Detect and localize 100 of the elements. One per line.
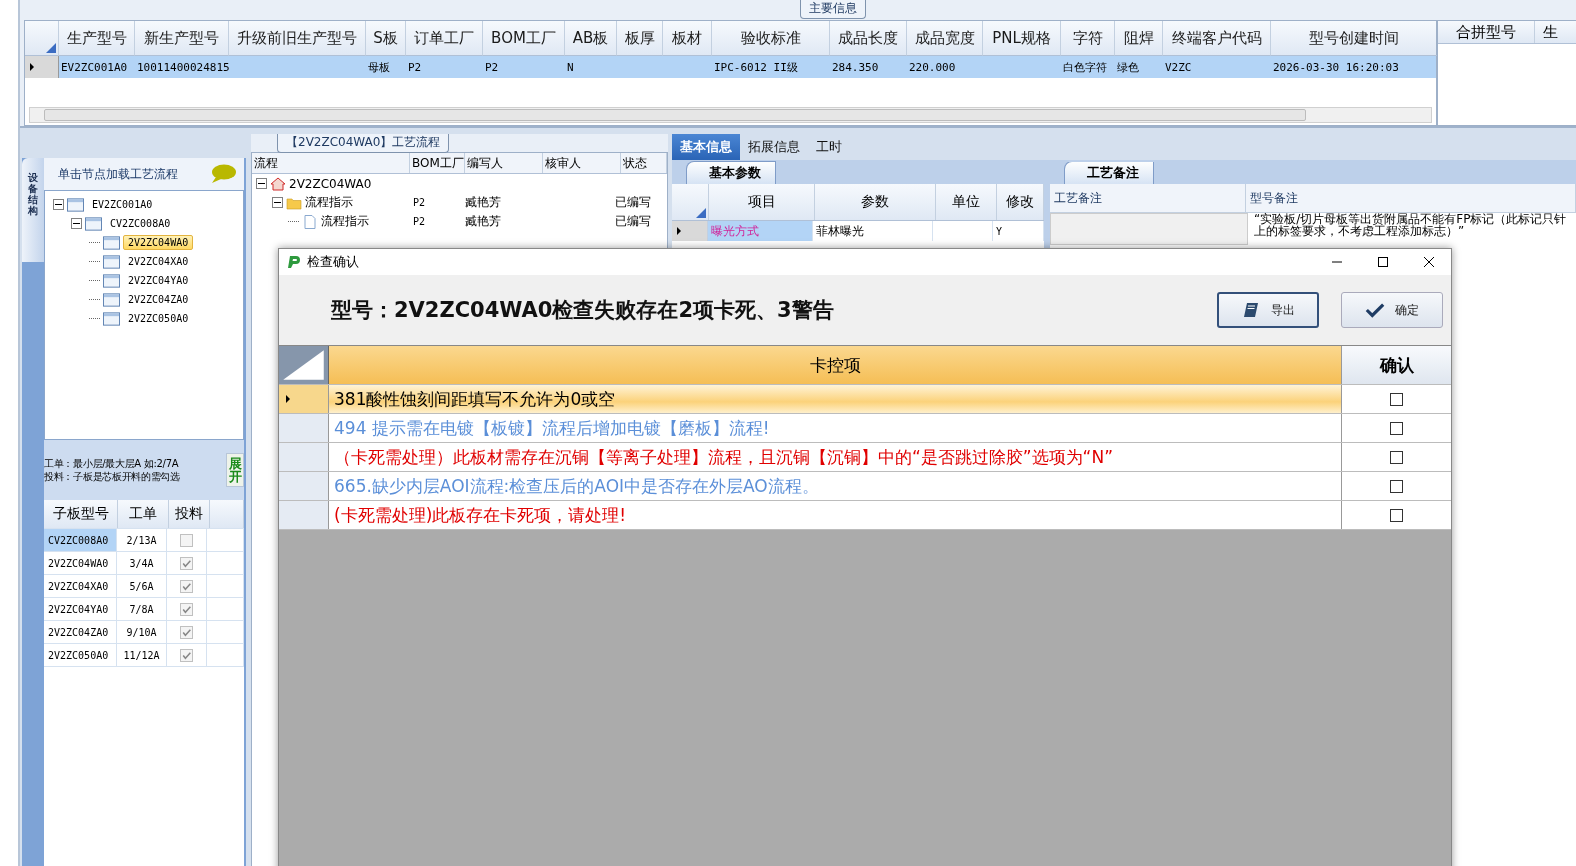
table-cell: （卡死需处理）此板材需存在沉铜【等离子处理】流程，且沉铜【沉铜】中的“是否跳过除胶”选项为“N” (329, 443, 1342, 471)
checkbox[interactable] (180, 648, 193, 662)
table-cell: 5/6A (117, 575, 167, 597)
table-cell: P2 (413, 197, 426, 208)
row-pointer-icon (676, 227, 682, 235)
corner-triangle-icon (696, 208, 706, 218)
column-header[interactable]: 修改 (997, 184, 1044, 220)
table-row[interactable]: 381酸性蚀刻间距填写不允许为0或空 (279, 385, 1451, 414)
column-header[interactable]: 参数 (815, 184, 936, 220)
table-cell: 臧艳芳 (465, 194, 501, 211)
column-header[interactable]: 工单 (118, 500, 169, 528)
table-cell: P2 (413, 216, 426, 227)
column-header: 工艺备注 (1050, 184, 1246, 212)
hint-text: 单击节点加载工艺流程 (58, 165, 178, 183)
tree-node[interactable]: 2V2ZC050A0 (123, 311, 194, 326)
checkbox[interactable] (180, 579, 193, 593)
collapse-toggle[interactable] (256, 178, 267, 189)
tab[interactable]: 工时 (808, 134, 850, 160)
checkbox[interactable] (1390, 421, 1403, 435)
tab[interactable]: 基本信息 (672, 134, 740, 160)
table-row[interactable]: (卡死需处理)此板存在卡死项，请处理! (279, 501, 1451, 530)
table-cell: Y (993, 221, 1044, 241)
corner-triangle-icon (46, 43, 56, 53)
confirm-button[interactable]: 确定 (1341, 292, 1443, 328)
window-icon (103, 254, 120, 269)
dialog-heading: 型号：2V2ZC04WA0检查失败存在2项卡死、3警告 (331, 297, 834, 324)
collapse-toggle[interactable] (71, 218, 82, 229)
tree-node[interactable]: 2V2ZC04ZA0 (123, 292, 194, 307)
column-header: 型号备注 (1246, 184, 1576, 212)
tree-node[interactable]: EV2ZC001A0 (87, 197, 158, 212)
table-cell: 381酸性蚀刻间距填写不允许为0或空 (329, 385, 1342, 413)
window-icon (67, 197, 84, 212)
column-header[interactable]: 投料 (169, 500, 210, 528)
checkbox[interactable] (180, 625, 193, 639)
checkbox[interactable] (180, 602, 193, 616)
column-header[interactable]: 生 (1535, 21, 1576, 43)
collapse-toggle[interactable] (53, 199, 64, 210)
table-cell: 9/10A (117, 621, 167, 643)
window-title: 检查确认 (307, 253, 359, 271)
window-icon (103, 311, 120, 326)
close-icon[interactable] (1423, 256, 1435, 268)
row-pointer-icon (29, 63, 35, 71)
window-icon (103, 235, 120, 250)
app-icon (287, 255, 301, 269)
column-header[interactable]: BOM工厂 (410, 153, 465, 173)
scrollbar[interactable] (29, 107, 1432, 123)
note-text: “实验板/切片母板等出货附属品不能有FP标记（此标记只针 (1254, 213, 1568, 225)
column-header[interactable]: 子板型号 (44, 500, 118, 528)
checkbox[interactable] (1390, 450, 1403, 464)
checkmark-icon (1365, 301, 1385, 319)
tree-node[interactable]: 流程指示 (321, 213, 369, 230)
table-cell: 2/13A (117, 529, 167, 551)
column-header[interactable]: 确认 (1342, 346, 1451, 384)
tree-node[interactable]: 流程指示 (305, 194, 353, 211)
checkbox[interactable] (1390, 392, 1403, 406)
table-cell[interactable]: 2V2ZC04XA0 (44, 575, 117, 597)
table-cell: 已编写 (615, 213, 651, 230)
collapse-toggle[interactable] (272, 197, 283, 208)
export-button[interactable]: 导出 (1217, 292, 1319, 328)
table-cell[interactable]: 2V2ZC04YA0 (44, 598, 117, 620)
checkbox[interactable] (180, 533, 193, 547)
checkbox[interactable] (1390, 479, 1403, 493)
panel-title: 【2V2ZC04WA0】工艺流程 (277, 134, 450, 153)
table-cell: 494 提示需在电镀【板镀】流程后增加电镀【磨板】流程! (329, 414, 1342, 442)
expand-button[interactable]: 展开 (226, 453, 244, 487)
tree-node[interactable]: CV2ZC008A0 (105, 216, 176, 231)
table-cell[interactable]: 2V2ZC04WA0 (44, 552, 117, 574)
table-cell: 曝光方式 (708, 221, 813, 241)
tree-node[interactable]: 2V2ZC04WA0 (123, 235, 194, 250)
note-text: 上的标签要求，不考虑工程添加标志）” (1254, 225, 1466, 237)
table-cell[interactable]: CV2ZC008A0 (44, 529, 117, 551)
table-cell[interactable]: 2V2ZC050A0 (44, 644, 117, 666)
table-cell: 7/8A (117, 598, 167, 620)
note-text: 工单：最小层/最大层A 如:2/7A (44, 457, 180, 470)
checkbox[interactable] (1390, 508, 1403, 522)
column-header[interactable]: 单位 (936, 184, 997, 220)
checkbox[interactable] (180, 556, 193, 570)
book-icon (1241, 301, 1261, 319)
column-header[interactable]: 项目 (709, 184, 815, 220)
column-header[interactable]: 合拼型号 (1438, 21, 1535, 43)
side-tab[interactable]: 设备结构 (22, 158, 44, 262)
table-row[interactable]: EV2ZC001A0 10011400024815 母板 P2 P2 N IPC-6012 II级 284.350 220.000 白色字符 绿色 V2ZC 2026-03-30 16:20:03 (25, 56, 1436, 78)
tab[interactable]: 拓展信息 (740, 134, 808, 160)
table-cell[interactable]: 2V2ZC04ZA0 (44, 621, 117, 643)
window-icon (103, 273, 120, 288)
tab[interactable]: 基本参数 (686, 161, 776, 184)
column-header[interactable]: 核审人 (543, 153, 621, 173)
table-cell: 665.缺少内层AOI流程:检查压后的AOI中是否存在外层AO流程。 (329, 472, 1342, 500)
table-cell: 3/4A (117, 552, 167, 574)
window-icon (103, 292, 120, 307)
tree-node[interactable]: 2V2ZC04YA0 (123, 273, 194, 288)
column-header[interactable]: 状态 (621, 153, 667, 173)
table-row[interactable]: （卡死需处理）此板材需存在沉铜【等离子处理】流程，且沉铜【沉铜】中的“是否跳过除胶”选项为“N” (279, 443, 1451, 472)
tree-node[interactable]: 2V2ZC04WA0 (289, 176, 372, 191)
column-header[interactable]: 流程 (252, 153, 410, 173)
tree-node[interactable]: 2V2ZC04XA0 (123, 254, 194, 269)
maximize-icon[interactable] (1377, 256, 1389, 268)
tab[interactable]: 工艺备注 (1064, 162, 1154, 184)
column-header[interactable]: 编写人 (465, 153, 543, 173)
folder-icon (286, 195, 302, 210)
